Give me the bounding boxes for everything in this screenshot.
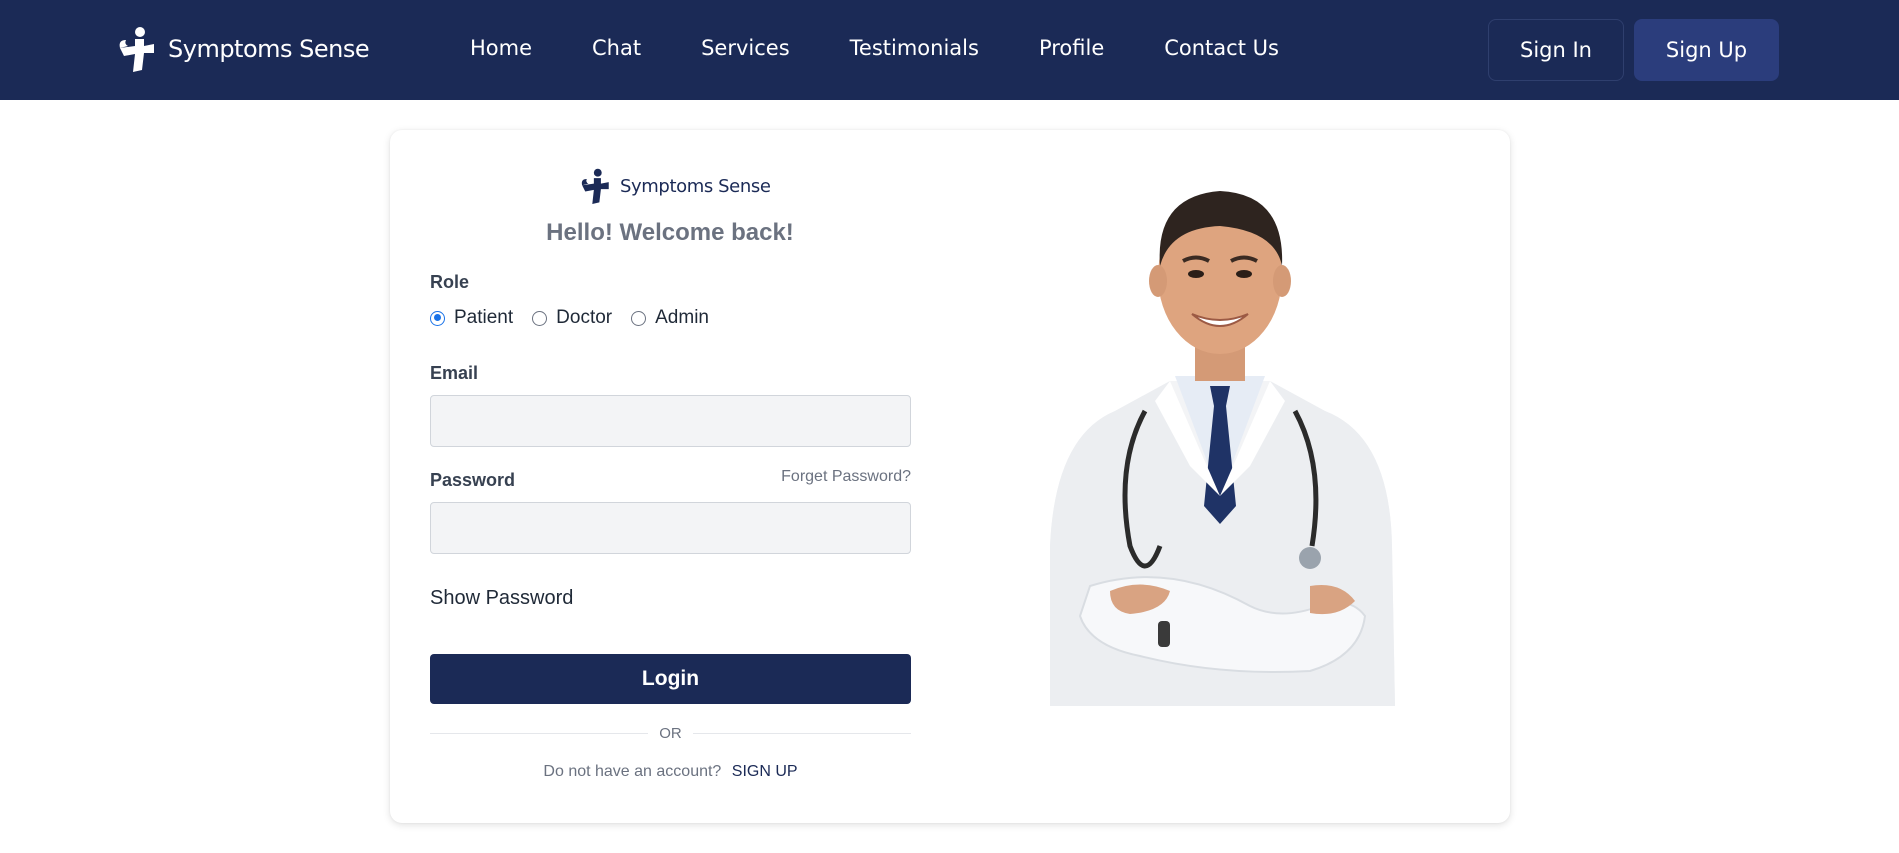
role-radio-group: Patient Doctor Admin — [430, 307, 728, 329]
sign-in-button[interactable]: Sign In — [1488, 19, 1624, 81]
nav-contact-us[interactable]: Contact Us — [1164, 36, 1279, 60]
role-label: Role — [430, 272, 470, 292]
password-field[interactable] — [430, 502, 911, 554]
radio-patient[interactable] — [430, 310, 445, 326]
radio-admin[interactable] — [631, 310, 647, 326]
sign-up-button[interactable]: Sign Up — [1634, 19, 1779, 81]
top-navbar: Symptoms Sense Home Chat Services Testim… — [0, 0, 1899, 100]
medical-cross-logo-icon — [119, 27, 154, 72]
radio-doctor[interactable] — [532, 310, 548, 326]
or-text: OR — [659, 725, 682, 742]
nav-chat[interactable]: Chat — [592, 36, 641, 60]
email-label: Email — [430, 363, 479, 383]
nav-testimonials[interactable]: Testimonials — [850, 36, 979, 60]
signup-link[interactable]: SIGN UP — [732, 763, 798, 780]
role-option-doctor[interactable]: Doctor — [532, 307, 612, 329]
form-logo: Symptoms Sense — [580, 168, 771, 204]
login-card: Symptoms Sense Hello! Welcome back! Role… — [390, 130, 1510, 823]
login-button[interactable]: Login — [430, 654, 911, 704]
medical-cross-logo-icon — [581, 168, 609, 204]
email-field[interactable] — [430, 395, 911, 447]
doctor-image — [1050, 191, 1395, 706]
role-option-label: Doctor — [556, 307, 613, 328]
signup-prompt: Do not have an account? SIGN UP — [430, 763, 911, 781]
or-divider: OR — [430, 725, 911, 742]
forgot-password-link[interactable]: Forget Password? — [781, 468, 911, 486]
divider-line — [430, 733, 649, 734]
role-option-label: Patient — [454, 307, 514, 328]
main-nav: Home Chat Services Testimonials Profile … — [470, 36, 1339, 60]
nav-profile[interactable]: Profile — [1039, 36, 1104, 60]
password-label: Password — [430, 470, 516, 490]
role-option-patient[interactable]: Patient — [430, 307, 513, 329]
form-brand-name: Symptoms Sense — [620, 175, 771, 197]
role-option-label: Admin — [655, 307, 709, 328]
brand-logo[interactable]: Symptoms Sense — [118, 26, 370, 72]
role-option-admin[interactable]: Admin — [631, 307, 709, 329]
nav-services[interactable]: Services — [701, 36, 790, 60]
brand-name: Symptoms Sense — [168, 35, 370, 63]
welcome-heading: Hello! Welcome back! — [546, 219, 794, 246]
no-account-text: Do not have an account? — [543, 763, 722, 780]
show-password-toggle[interactable]: Show Password — [430, 587, 573, 610]
divider-line — [692, 733, 911, 734]
nav-home[interactable]: Home — [470, 36, 532, 60]
